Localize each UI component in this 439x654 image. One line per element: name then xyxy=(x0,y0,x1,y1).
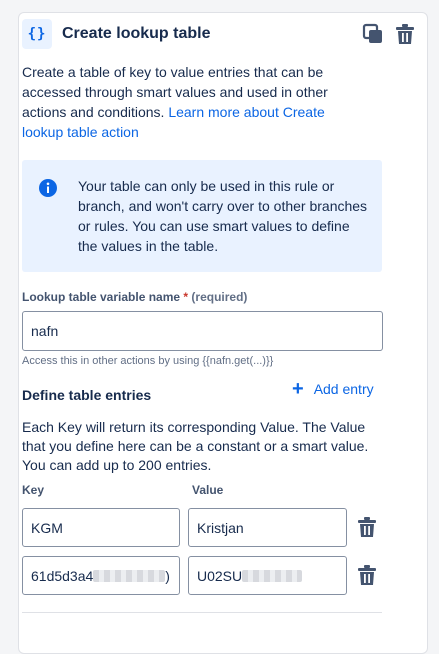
key-value-text: 61d5d3a4 xyxy=(31,567,94,584)
delete-action-button[interactable] xyxy=(393,22,417,46)
key-input[interactable] xyxy=(22,508,180,547)
delete-entry-button[interactable] xyxy=(355,563,379,587)
panel-header: {} Create lookup table xyxy=(22,18,417,50)
panel-title: Create lookup table xyxy=(62,25,211,42)
key-input[interactable]: 61d5d3a4 ) xyxy=(22,556,180,595)
info-banner-text: Your table can only be used in this rule… xyxy=(78,178,368,254)
add-entry-label: Add entry xyxy=(313,381,374,397)
divider xyxy=(22,612,382,613)
delete-entry-button[interactable] xyxy=(355,515,379,539)
value-value-text: U02SU xyxy=(197,567,243,584)
info-icon xyxy=(39,179,57,197)
trash-icon xyxy=(358,517,376,537)
key-value-suffix: ) xyxy=(165,567,170,584)
trash-icon xyxy=(358,565,376,585)
value-input[interactable]: U02SU xyxy=(188,556,347,595)
variable-name-label: Lookup table variable name * (required) xyxy=(22,290,248,304)
code-braces-icon: {} xyxy=(22,19,52,49)
trash-icon xyxy=(396,24,414,44)
add-entry-button[interactable]: + Add entry xyxy=(292,377,374,401)
plus-icon: + xyxy=(292,378,304,400)
action-description: Create a table of key to value entries t… xyxy=(22,64,328,140)
variable-name-input[interactable] xyxy=(22,311,383,351)
redacted-region xyxy=(242,569,303,582)
duplicate-button[interactable] xyxy=(361,22,385,46)
variable-helper-text: Access this in other actions by using {{… xyxy=(22,355,274,367)
key-column-label: Key xyxy=(22,483,45,497)
entries-section-title: Define table entries xyxy=(22,387,152,403)
duplicate-icon xyxy=(362,23,382,43)
entries-description: Each Key will return its corresponding V… xyxy=(22,419,369,473)
info-banner: Your table can only be used in this rule… xyxy=(22,160,382,272)
value-input[interactable] xyxy=(188,508,347,547)
redacted-region xyxy=(93,569,166,582)
value-column-label: Value xyxy=(192,483,224,497)
